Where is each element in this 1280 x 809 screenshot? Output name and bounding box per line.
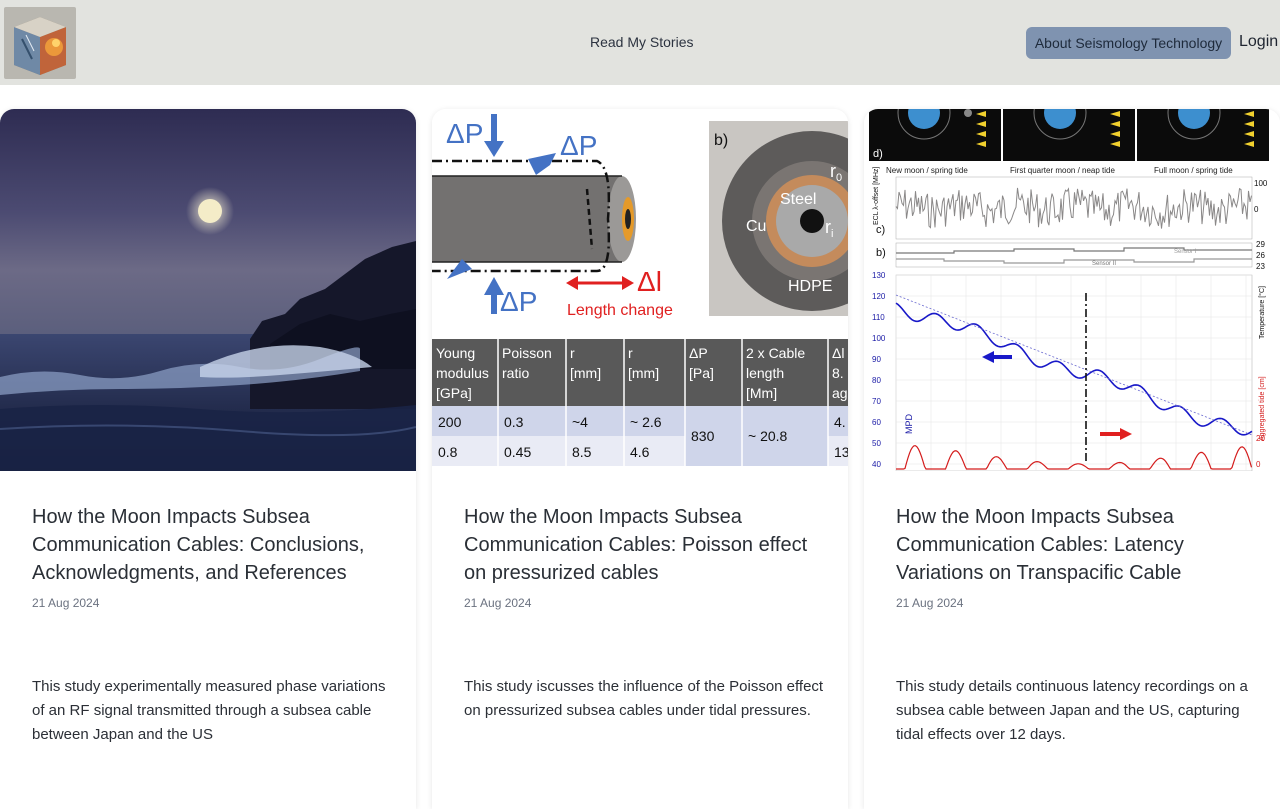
right-tick-0-tide: 0 <box>1256 460 1261 469</box>
right-tick-29: 29 <box>1256 240 1265 249</box>
about-seismology-button[interactable]: About Seismology Technology <box>1026 27 1231 59</box>
dp-label-right: ΔP <box>560 130 597 161</box>
card-title[interactable]: How the Moon Impacts Subsea Communicatio… <box>896 503 1256 587</box>
y-tick-label: 90 <box>872 355 881 364</box>
table-cell: 200 <box>438 414 462 430</box>
y-tick-label: 40 <box>872 460 881 469</box>
table-cell: ~4 <box>572 414 588 430</box>
y-tick-label: 110 <box>872 313 885 322</box>
table-header-cell: ag <box>832 385 848 401</box>
login-link[interactable]: Login <box>1239 33 1278 51</box>
panel-b-label: b) <box>714 132 728 149</box>
y-tick-label: 60 <box>872 418 881 427</box>
right-tick-23: 23 <box>1256 262 1265 271</box>
site-logo[interactable] <box>4 7 76 79</box>
table-header-cell: ΔP <box>689 345 708 361</box>
table-header-cell: 2 x Cable <box>746 345 805 361</box>
table-header-cell: r <box>570 345 575 361</box>
table-cell: 0.8 <box>438 444 458 460</box>
table-header-cell: ratio <box>502 365 529 381</box>
table-header-cell: [Pa] <box>689 365 714 381</box>
table-cell: 0.45 <box>504 444 531 460</box>
card-title[interactable]: How the Moon Impacts Subsea Communicatio… <box>464 503 824 587</box>
cu-label: Cu <box>746 218 766 235</box>
story-card[interactable]: ΔP ΔP ΔP Δl Length change b) Steel Cu HD… <box>432 109 848 809</box>
table-header-cell: Δl <box>832 345 844 361</box>
table-cell: 8.5 <box>572 444 592 460</box>
panel-b-label: b) <box>876 247 886 259</box>
length-change-label: Length change <box>567 302 673 319</box>
ecl-axis-label: ECL λ-offset [MHz] <box>873 167 880 225</box>
table-cell: ~ 20.8 <box>748 428 788 444</box>
sensor-2-label: Sensor II <box>1092 261 1116 267</box>
table-cell: 4. <box>834 414 846 430</box>
table-header-cell: [Mm] <box>746 385 777 401</box>
y-tick-label: 50 <box>872 439 881 448</box>
y-tick-label: 70 <box>872 397 881 406</box>
card-image-poisson-figure[interactable]: ΔP ΔP ΔP Δl Length change b) Steel Cu HD… <box>432 109 848 471</box>
card-image-latency-figure[interactable]: d) New moon / spring tide First quarter … <box>864 109 1280 471</box>
table-header-cell: r <box>628 345 633 361</box>
y-tick-label: 100 <box>872 334 886 343</box>
story-card[interactable]: d) New moon / spring tide First quarter … <box>864 109 1280 809</box>
sensor-1-label: Sensor I <box>1174 249 1197 255</box>
moon-label-full: Full moon / spring tide <box>1154 166 1233 175</box>
card-image-moon-sea[interactable] <box>0 109 416 471</box>
table-cell: 830 <box>691 428 715 444</box>
properties-table: Young modulus [GPa] Poisson ratio r [mm] r [mm] Δ… <box>432 339 848 466</box>
card-date: 21 Aug 2024 <box>896 596 964 610</box>
site-header: Read My Stories About Seismology Technol… <box>0 0 1280 85</box>
dp-label-top: ΔP <box>446 118 483 149</box>
card-description: This study experimentally measured phase… <box>32 678 386 743</box>
story-card[interactable]: How the Moon Impacts Subsea Communicatio… <box>0 109 416 809</box>
table-cell: 0.3 <box>504 414 524 430</box>
table-header-cell: Poisson <box>502 345 552 361</box>
tide-axis-label: Aggregated tide [cm] <box>1259 376 1266 441</box>
table-header-cell: [GPa] <box>436 385 472 401</box>
table-cell: ~ 2.6 <box>630 414 662 430</box>
steel-label: Steel <box>780 191 816 208</box>
dp-label-bottom: ΔP <box>500 286 537 317</box>
read-my-stories-link[interactable]: Read My Stories <box>590 34 693 50</box>
card-description: This study details continuous latency re… <box>896 678 1248 743</box>
right-tick-0: 0 <box>1254 205 1259 214</box>
card-title[interactable]: How the Moon Impacts Subsea Communicatio… <box>32 503 392 587</box>
right-tick-100: 100 <box>1254 179 1268 188</box>
temperature-axis-label: Temperature [°C] <box>1258 286 1266 339</box>
right-tick-26: 26 <box>1256 251 1265 260</box>
y-tick-label: 130 <box>872 271 886 280</box>
table-header-cell: length <box>746 365 784 381</box>
card-date: 21 Aug 2024 <box>32 596 100 610</box>
moon-label-new: New moon / spring tide <box>886 166 968 175</box>
table-header-cell: modulus <box>436 365 489 381</box>
mpd-axis-label: MPD <box>904 414 914 435</box>
table-header-cell: 8. <box>832 365 844 381</box>
card-description: This study iscusses the influence of the… <box>464 678 824 719</box>
card-date: 21 Aug 2024 <box>464 596 532 610</box>
table-cell: 13 <box>834 444 848 460</box>
table-header-cell: [mm] <box>570 365 601 381</box>
table-cell: 4.6 <box>630 444 650 460</box>
y-tick-label: 80 <box>872 376 881 385</box>
table-header-cell: Young <box>436 345 475 361</box>
panel-d-label: d) <box>873 148 883 160</box>
table-header-cell: [mm] <box>628 365 659 381</box>
y-tick-label: 120 <box>872 292 886 301</box>
dl-label: Δl <box>637 266 662 297</box>
hdpe-label: HDPE <box>788 278 832 295</box>
moon-label-quarter: First quarter moon / neap tide <box>1010 166 1115 175</box>
